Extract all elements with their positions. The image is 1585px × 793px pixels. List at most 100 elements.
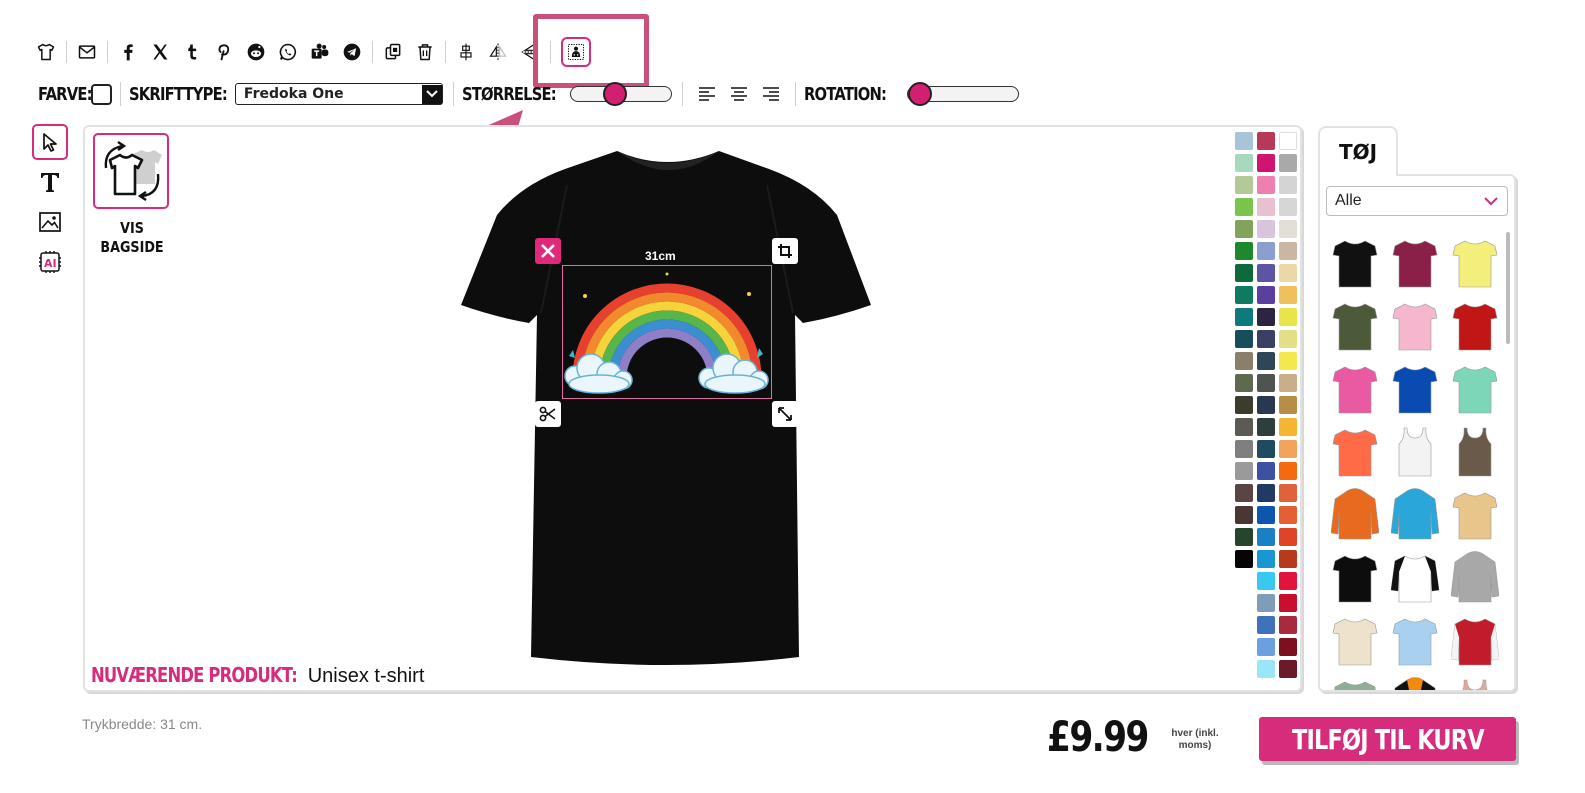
color-swatch[interactable] (1279, 638, 1297, 656)
color-swatch[interactable] (1235, 352, 1253, 370)
product-thumbnail-grey-hoodie[interactable] (1446, 545, 1504, 608)
align-center-icon[interactable] (450, 37, 482, 67)
color-swatch[interactable] (1279, 374, 1297, 392)
align-right-icon[interactable] (755, 81, 787, 107)
product-thumbnail-coral-tee[interactable] (1326, 419, 1384, 482)
product-thumbnail-black-tee-2[interactable] (1326, 545, 1384, 608)
scissors-icon[interactable] (535, 401, 561, 427)
tshirt-icon[interactable] (30, 37, 62, 67)
color-swatch[interactable] (1235, 484, 1253, 502)
font-select[interactable]: Fredoka One (234, 83, 443, 105)
product-thumbnail-brown-tank[interactable] (1446, 419, 1504, 482)
color-swatch[interactable] (1257, 396, 1275, 414)
color-swatch[interactable] (1257, 594, 1275, 612)
color-swatch[interactable] (1235, 506, 1253, 524)
product-thumbnail-sage-longsleeve[interactable] (1326, 671, 1384, 690)
color-swatch[interactable] (1279, 198, 1297, 216)
flip-vertical-icon[interactable] (514, 37, 546, 67)
facebook-icon[interactable] (112, 37, 144, 67)
crop-icon[interactable] (772, 238, 798, 264)
product-thumbnail-cream-tee[interactable] (1326, 608, 1384, 671)
color-swatch[interactable] (1257, 638, 1275, 656)
color-swatch[interactable] (1279, 220, 1297, 238)
pinterest-icon[interactable] (208, 37, 240, 67)
color-swatch[interactable] (1257, 308, 1275, 326)
align-left-icon[interactable] (691, 81, 723, 107)
color-swatch[interactable] (1257, 176, 1275, 194)
color-swatch[interactable] (1235, 132, 1253, 150)
color-swatch[interactable] (1279, 330, 1297, 348)
resize-icon[interactable] (772, 401, 798, 427)
product-thumbnail-orange-hoodie[interactable] (1326, 482, 1384, 545)
color-swatch[interactable] (1257, 374, 1275, 392)
color-swatch[interactable] (1235, 154, 1253, 172)
flip-horizontal-icon[interactable] (482, 37, 514, 67)
tumblr-icon[interactable] (176, 37, 208, 67)
whatsapp-icon[interactable] (272, 37, 304, 67)
product-thumbnail-turquoise-hoodie[interactable] (1386, 482, 1444, 545)
product-thumbnail-yellow-tee[interactable] (1446, 230, 1504, 293)
product-thumbnail-black-tee[interactable] (1326, 230, 1384, 293)
color-swatch[interactable] (1257, 506, 1275, 524)
envelope-icon[interactable] (71, 37, 103, 67)
design-canvas[interactable]: VIS BAGSIDE 31cm NUVÆRENDE PRODUKT: Unis… (83, 125, 1302, 692)
color-swatch[interactable] (1235, 330, 1253, 348)
color-swatch[interactable] (1279, 660, 1297, 678)
reddit-icon[interactable] (240, 37, 272, 67)
text-tool-icon[interactable] (32, 164, 68, 200)
color-swatch[interactable] (1257, 132, 1275, 150)
color-swatch[interactable] (1257, 154, 1275, 172)
color-swatch[interactable] (1257, 440, 1275, 458)
color-swatch[interactable] (1279, 396, 1297, 414)
color-swatch[interactable] (1235, 286, 1253, 304)
color-swatch[interactable] (1279, 440, 1297, 458)
color-swatch[interactable] (1279, 572, 1297, 590)
product-thumbnail-royal-blue-tee[interactable] (1386, 356, 1444, 419)
category-select[interactable]: Alle (1326, 186, 1508, 216)
scrollbar[interactable] (1506, 232, 1510, 344)
product-thumbnail-white-tank[interactable] (1386, 419, 1444, 482)
color-swatch[interactable] (1235, 220, 1253, 238)
color-swatch[interactable] (1235, 550, 1253, 568)
product-thumbnail-varsity-jacket[interactable] (1446, 608, 1504, 671)
color-swatch[interactable] (1279, 462, 1297, 480)
color-swatch[interactable] (1279, 484, 1297, 502)
telegram-icon[interactable] (336, 37, 368, 67)
product-thumbnail-olive-tee[interactable] (1326, 293, 1384, 356)
color-swatch[interactable] (1279, 550, 1297, 568)
color-swatch[interactable] (1235, 418, 1253, 436)
color-swatch[interactable] (1279, 154, 1297, 172)
color-swatch[interactable] (1257, 330, 1275, 348)
color-swatch[interactable] (1257, 616, 1275, 634)
color-swatch[interactable] (1279, 264, 1297, 282)
ai-tool-icon[interactable]: AI (32, 244, 68, 280)
color-swatch[interactable] (1257, 528, 1275, 546)
image-tool-icon[interactable] (32, 204, 68, 240)
design-selection-box[interactable] (562, 265, 772, 399)
color-swatch[interactable] (1235, 374, 1253, 392)
color-swatch[interactable] (1235, 242, 1253, 260)
color-swatch[interactable] (1279, 418, 1297, 436)
add-to-cart-button[interactable]: TILFØJ TIL KURV (1259, 717, 1516, 761)
product-thumbnail-burgundy-womens-tee[interactable] (1386, 230, 1444, 293)
color-swatch[interactable] (1235, 440, 1253, 458)
product-thumbnail-peach-tank[interactable] (1446, 671, 1504, 690)
color-swatch[interactable] (1279, 528, 1297, 546)
color-swatch[interactable] (1257, 242, 1275, 260)
color-swatch[interactable] (1257, 198, 1275, 216)
product-thumbnail-ombre-blue-tee[interactable] (1386, 608, 1444, 671)
color-swatch[interactable] (1257, 352, 1275, 370)
color-swatch[interactable] (1279, 352, 1297, 370)
size-slider-knob[interactable] (602, 82, 627, 106)
color-swatch[interactable] (1257, 660, 1275, 678)
teams-icon[interactable] (304, 37, 336, 67)
color-swatch[interactable] (1279, 594, 1297, 612)
rotation-slider[interactable] (906, 82, 1019, 106)
x-icon[interactable] (144, 37, 176, 67)
color-swatch[interactable] (1257, 484, 1275, 502)
product-thumbnail-mint-tee[interactable] (1446, 356, 1504, 419)
color-swatch[interactable] (1257, 264, 1275, 282)
color-swatch[interactable] (1279, 242, 1297, 260)
rotation-slider-knob[interactable] (907, 82, 932, 106)
align-center-text-icon[interactable] (723, 81, 755, 107)
